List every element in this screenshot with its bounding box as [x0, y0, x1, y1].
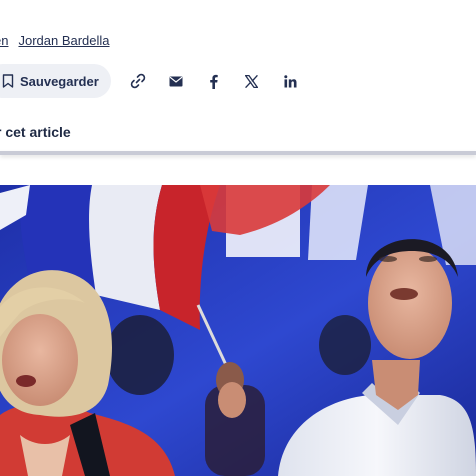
save-button-label: Sauvegarder [20, 73, 99, 89]
mail-icon[interactable] [164, 63, 188, 99]
x-icon[interactable] [239, 63, 263, 99]
tag-link-jordan-bardella[interactable]: Jordan Bardella [18, 33, 109, 48]
facebook-icon[interactable] [201, 63, 225, 99]
bookmark-icon [2, 74, 14, 88]
save-button[interactable]: Sauvegarder [0, 64, 111, 98]
tag-list: en Jordan Bardella [0, 31, 110, 49]
article-actions: Sauvegarder [0, 63, 296, 99]
section-heading: r cet article [0, 124, 71, 140]
linkedin-icon[interactable] [278, 63, 302, 99]
tag-link[interactable]: en [0, 33, 8, 48]
link-icon[interactable] [126, 63, 150, 99]
divider [0, 151, 476, 155]
article-photo [0, 185, 476, 476]
